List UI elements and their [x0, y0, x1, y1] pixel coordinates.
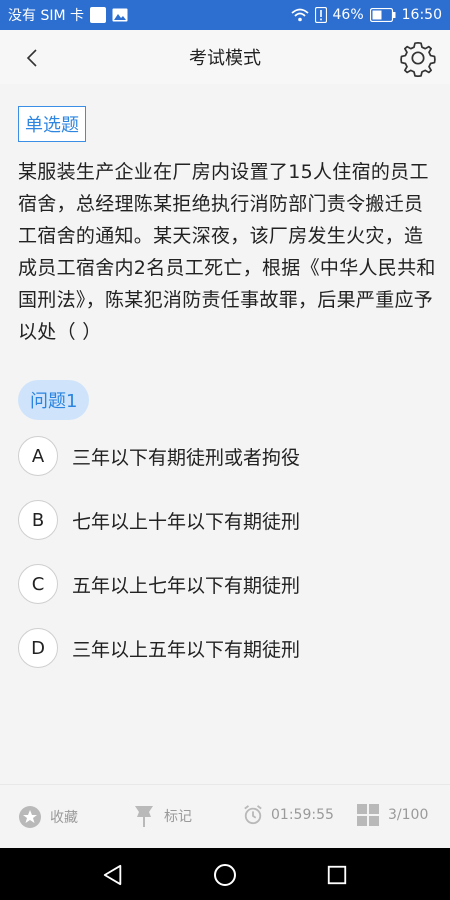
page-title: 考试模式 [189, 48, 261, 69]
battery-icon [369, 8, 396, 22]
favorite-label: 收藏 [50, 810, 78, 826]
nav-home-button[interactable] [210, 860, 240, 890]
progress-text: 3/100 [388, 807, 429, 823]
question-area: 单选题 某服装生产企业在厂房内设置了15人住宿的员工宿舍，总经理陈某拒绝执行消防… [0, 84, 450, 784]
timer-text: 01:59:55 [271, 807, 334, 823]
status-bar: 没有 SIM 卡 46% 16:50 [0, 0, 450, 30]
grid-icon [357, 804, 379, 826]
bottom-toolbar: 收藏 标记 01:59:55 3/100 [0, 784, 450, 848]
option-text: 五年以上七年以下有期徒刑 [72, 574, 301, 597]
system-navigation-bar [0, 848, 450, 900]
option-c[interactable]: C 五年以上七年以下有期徒刑 [18, 564, 432, 604]
question-number-badge: 问题1 [18, 380, 90, 420]
option-letter: D [18, 628, 58, 668]
settings-button[interactable] [398, 38, 438, 78]
carrier-text: 没有 SIM 卡 [8, 8, 84, 24]
nav-recents-button[interactable] [322, 860, 352, 890]
timer: 01:59:55 [243, 805, 334, 825]
question-text: 某服装生产企业在厂房内设置了15人住宿的员工宿舍，总经理陈某拒绝执行消防部门责令… [18, 161, 436, 343]
option-b[interactable]: B 七年以上十年以下有期徒刑 [18, 500, 432, 540]
option-text: 七年以上十年以下有期徒刑 [72, 510, 301, 533]
option-letter: C [18, 564, 58, 604]
option-letter: B [18, 500, 58, 540]
option-letter: A [18, 436, 58, 476]
pushpin-icon [135, 806, 153, 827]
chevron-left-icon [26, 49, 37, 67]
image-icon [112, 8, 128, 22]
clock-text: 16:50 [401, 7, 442, 23]
star-icon [19, 806, 41, 828]
wifi-icon [290, 8, 309, 22]
battery-percent: 46% [332, 7, 364, 23]
mark-button[interactable]: 标记 [132, 803, 192, 829]
triangle-back-icon [103, 864, 122, 886]
mark-label: 标记 [164, 809, 192, 825]
back-button[interactable] [14, 40, 50, 76]
sim-alert-icon [314, 7, 327, 23]
square-recents-icon [327, 865, 347, 885]
alarm-clock-icon [244, 805, 262, 825]
circle-home-icon [214, 864, 236, 886]
question-grid-button[interactable]: 3/100 [356, 803, 428, 827]
question-type-tag: 单选题 [18, 106, 86, 142]
option-text: 三年以上五年以下有期徒刑 [72, 638, 301, 661]
option-text: 三年以下有期徒刑或者拘役 [72, 446, 301, 469]
option-d[interactable]: D 三年以上五年以下有期徒刑 [18, 628, 432, 668]
notification-icon [90, 7, 106, 23]
favorite-button[interactable]: 收藏 [18, 805, 78, 829]
app-header: 考试模式 [0, 30, 450, 84]
nav-back-button[interactable] [98, 860, 128, 890]
option-a[interactable]: A 三年以下有期徒刑或者拘役 [18, 436, 432, 476]
gear-icon [400, 41, 436, 77]
